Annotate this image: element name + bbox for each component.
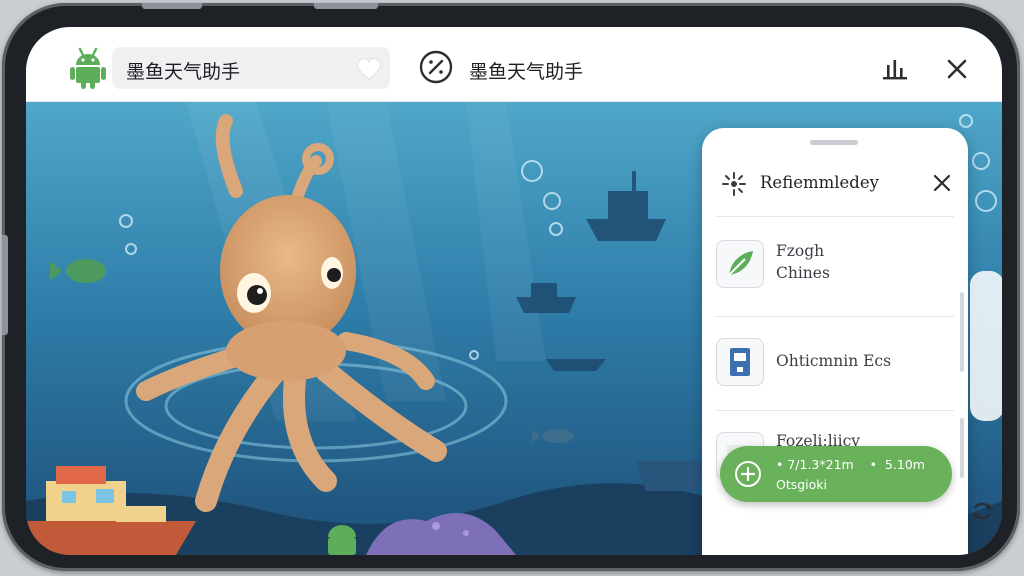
- sparkle-icon: [722, 172, 746, 196]
- app-title: 墨鱼天气助手: [469, 61, 584, 83]
- screen: 墨鱼天气助手 墨鱼天气助手 Refiemmledey Fzogh Chines …: [26, 27, 1002, 555]
- list-item-label: Ohticmnin Ecs: [776, 352, 892, 370]
- list-item[interactable]: Ohticmnin Ecs: [702, 324, 968, 404]
- heart-icon[interactable]: [354, 53, 384, 83]
- panel-title: Refiemmledey: [760, 173, 879, 192]
- divider: [716, 410, 954, 411]
- compass-icon[interactable]: [418, 49, 454, 85]
- scrollbar[interactable]: [960, 292, 964, 372]
- phone-frame: 墨鱼天气助手 墨鱼天气助手 Refiemmledey Fzogh Chines …: [2, 3, 1020, 571]
- side-pull-tab[interactable]: [970, 271, 1002, 421]
- device-icon: [716, 338, 764, 386]
- close-icon[interactable]: [944, 56, 970, 82]
- app-name-chip[interactable]: 墨鱼天气助手: [112, 47, 390, 89]
- leaf-icon: [716, 240, 764, 288]
- list-item-label: Fzogh Chines: [776, 242, 830, 282]
- top-app-bar: 墨鱼天气助手 墨鱼天气助手: [26, 27, 1002, 102]
- list-item[interactable]: Fzogh Chines: [702, 224, 968, 304]
- scrollbar[interactable]: [960, 418, 964, 478]
- android-icon: [70, 47, 106, 89]
- fab-subtitle: Otsgioki: [776, 477, 828, 492]
- app-chip-title: 墨鱼天气助手: [126, 61, 241, 83]
- refresh-icon[interactable]: [968, 497, 996, 525]
- divider: [716, 216, 954, 217]
- side-button: [2, 235, 8, 335]
- add-action-button[interactable]: • 7/1.3*21m • 5.10m Otsgioki: [720, 446, 952, 502]
- drag-handle[interactable]: [810, 140, 858, 145]
- divider: [716, 316, 954, 317]
- power-button: [314, 3, 378, 9]
- bar-chart-icon[interactable]: [882, 57, 908, 81]
- close-icon[interactable]: [930, 171, 954, 195]
- volume-button: [142, 3, 202, 9]
- plus-circle-icon: [735, 461, 761, 487]
- fab-stats-text: • 7/1.3*21m • 5.10m: [776, 457, 925, 472]
